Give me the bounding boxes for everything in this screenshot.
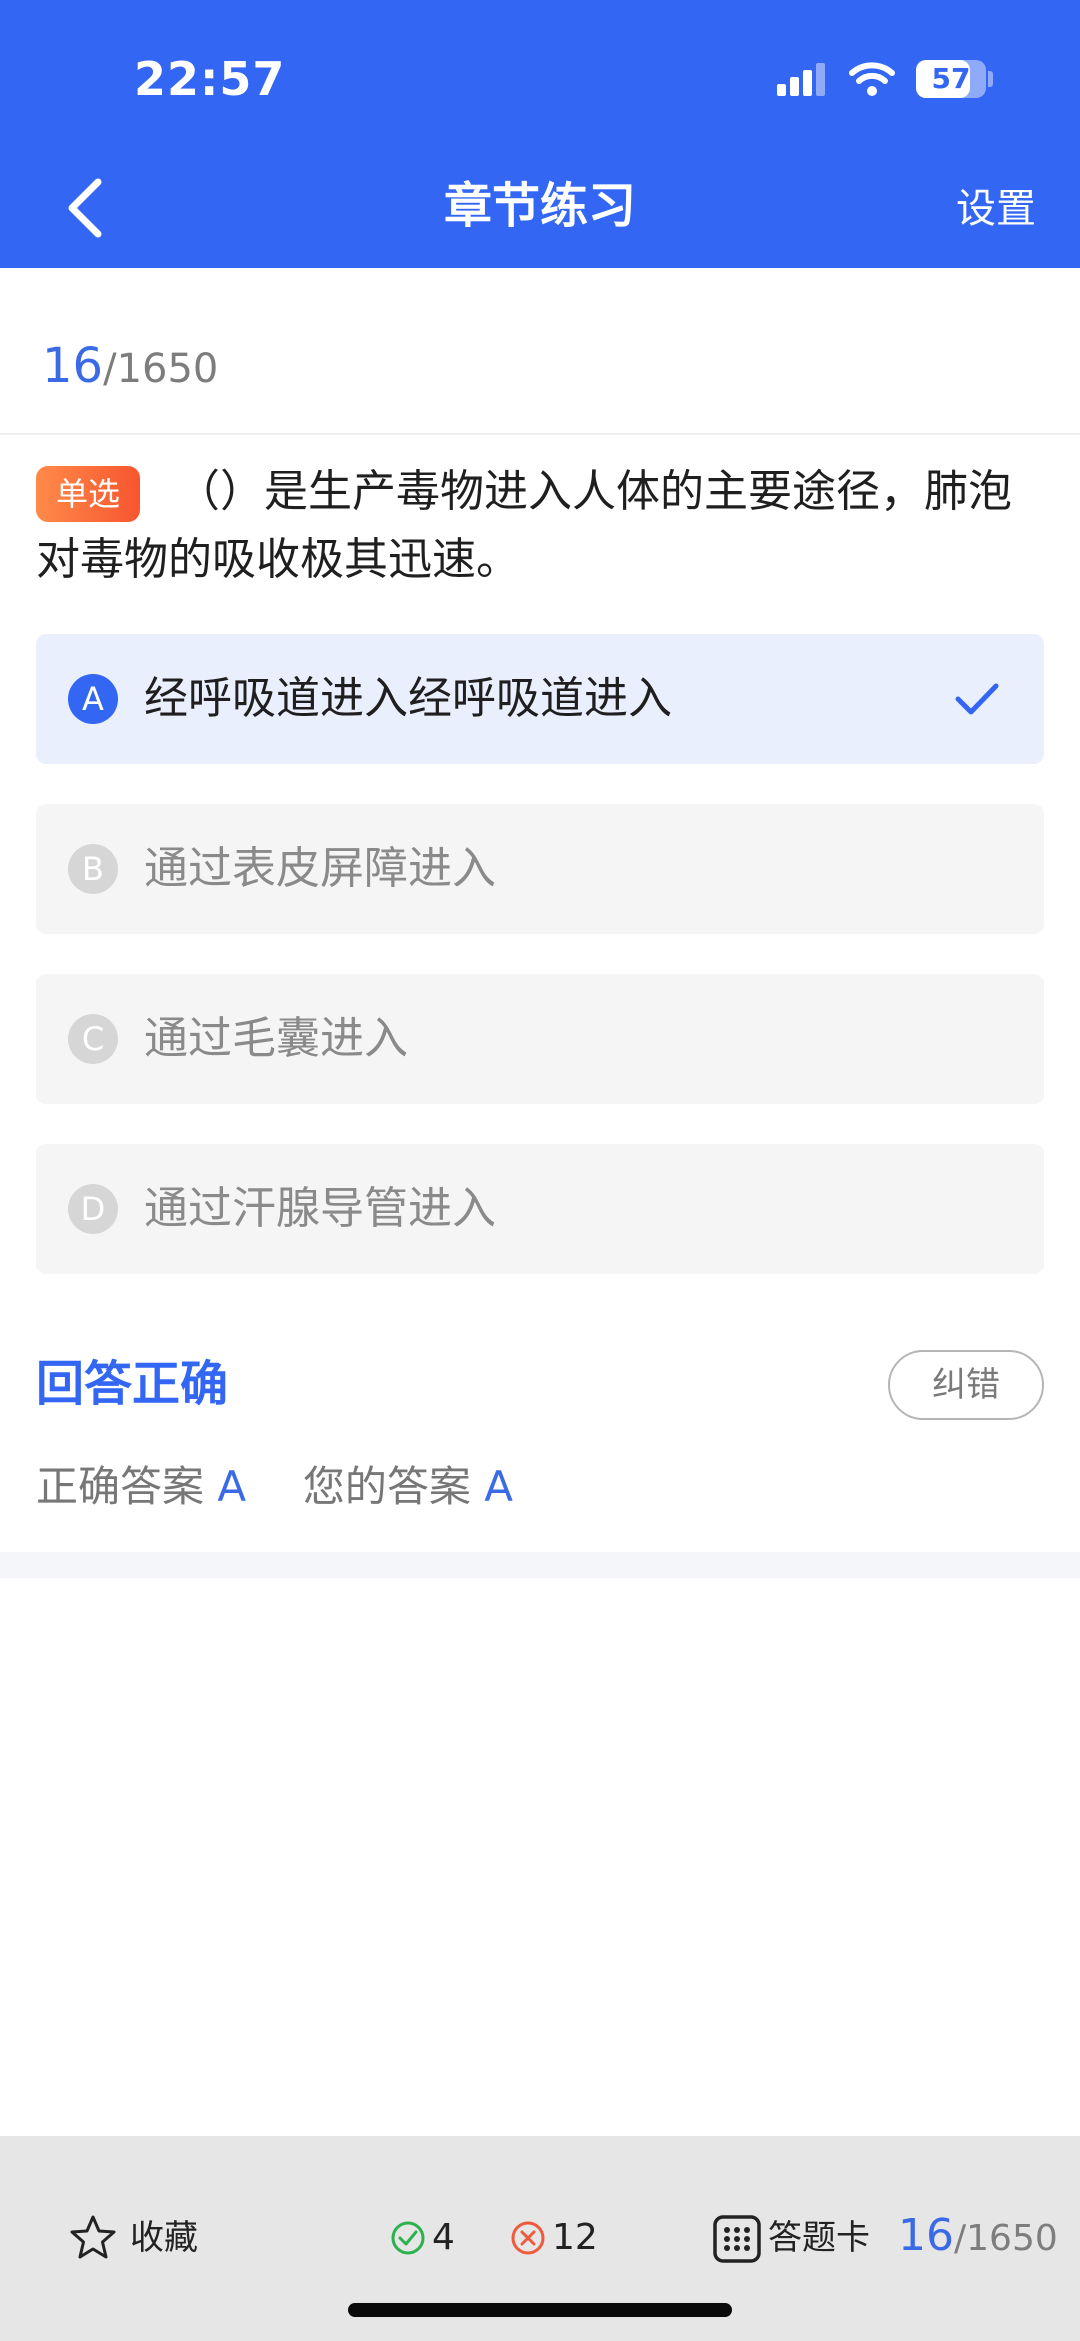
battery-icon: 57 [916, 60, 986, 98]
bottom-progress-current: 16 [898, 2210, 954, 2261]
page-title: 章节练习 [443, 178, 636, 234]
option-d[interactable]: D 通过汗腺导管进入 [36, 1144, 1044, 1274]
battery-cap [988, 71, 993, 87]
battery-level: 57 [931, 62, 971, 95]
option-letter: A [68, 674, 118, 724]
correct-count-icon [391, 2221, 425, 2255]
answer-card-icon[interactable] [712, 2214, 762, 2264]
wifi-icon [849, 62, 895, 96]
option-text: 通过汗腺导管进入 [144, 1183, 496, 1234]
cellular-signal-icon [777, 63, 825, 96]
option-text: 通过毛囊进入 [144, 1013, 408, 1064]
answer-summary: 正确答案 A 您的答案 A [36, 1458, 513, 1516]
result-title: 回答正确 [36, 1356, 229, 1412]
option-b[interactable]: B 通过表皮屏障进入 [36, 804, 1044, 934]
option-letter: B [68, 844, 118, 894]
section-separator [0, 1552, 1080, 1578]
answer-card-button[interactable]: 答题卡 [768, 2214, 870, 2262]
option-a[interactable]: A 经呼吸道进入经呼吸道进入 [36, 634, 1044, 764]
option-text: 经呼吸道进入经呼吸道进入 [144, 673, 672, 724]
settings-button[interactable]: 设置 [956, 184, 1036, 234]
correct-count: 4 [432, 2217, 455, 2258]
header-bar: 22:57 57 章节练习 设置 [0, 0, 1080, 268]
question-text: （）是生产毒物进入人体的主要途径，肺泡对毒物的吸收极其迅速。 [36, 466, 1012, 585]
correct-answer-label: 正确答案 [36, 1462, 205, 1511]
report-error-button[interactable]: 纠错 [888, 1350, 1044, 1420]
correct-answer-value: A [217, 1462, 247, 1511]
home-indicator [348, 2303, 732, 2317]
practice-page: 22:57 57 章节练习 设置 16/1650 单选 （）是生产毒物进入人体的… [0, 0, 1080, 2341]
star-icon[interactable] [68, 2213, 118, 2263]
option-c[interactable]: C 通过毛囊进入 [36, 974, 1044, 1104]
favorite-button[interactable]: 收藏 [130, 2214, 198, 2262]
option-text: 通过表皮屏障进入 [144, 843, 496, 894]
check-icon [955, 683, 999, 715]
wrong-count: 12 [552, 2217, 598, 2258]
option-letter: C [68, 1014, 118, 1064]
divider [0, 433, 1080, 435]
progress-separator: / [103, 346, 117, 392]
bottom-progress-separator: / [954, 2218, 967, 2259]
your-answer-value: A [484, 1462, 513, 1511]
option-letter: D [68, 1184, 118, 1234]
wrong-count-icon [511, 2221, 545, 2255]
progress-total: 1650 [116, 346, 219, 392]
your-answer-label: 您的答案 [302, 1462, 471, 1511]
question-progress: 16/1650 [42, 338, 218, 405]
progress-current: 16 [42, 338, 104, 394]
bottom-progress-total: 1650 [966, 2218, 1058, 2259]
bottom-progress: 16/1650 [898, 2208, 1058, 2273]
status-time: 22:57 [134, 52, 286, 106]
